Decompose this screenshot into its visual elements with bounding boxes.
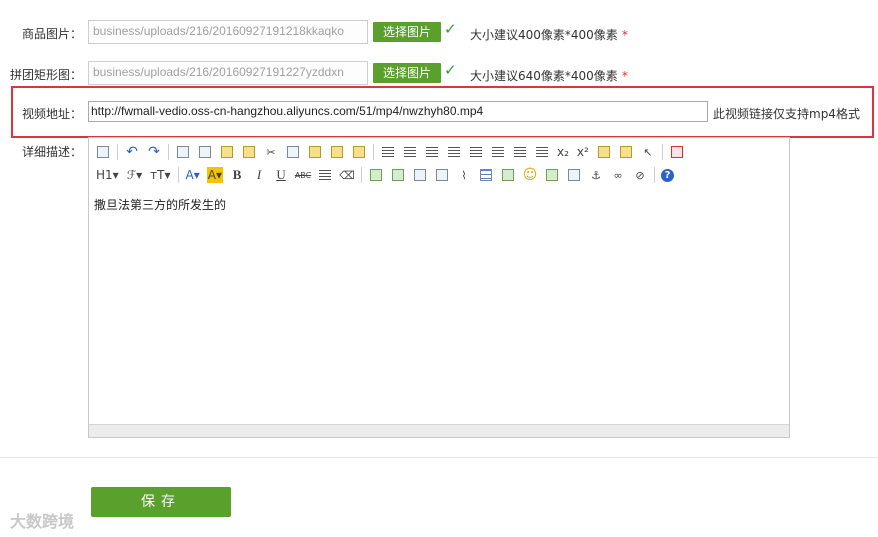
source-icon[interactable] (95, 144, 111, 160)
clear-format-icon[interactable] (596, 144, 612, 160)
group-image-select-button[interactable]: 选择图片 (373, 63, 442, 83)
video-url-hint: 此视频链接仅支持mp4格式 (713, 107, 860, 121)
strikethrough-icon[interactable]: ABC (295, 167, 311, 183)
editor-content-text: 撒旦法第三方的所发生的 (94, 198, 227, 212)
font-color-dropdown[interactable]: A ▾ (185, 167, 201, 183)
outdent-icon[interactable] (534, 144, 550, 160)
editor-status-bar (89, 424, 789, 437)
undo-icon[interactable]: ↶ (124, 144, 140, 160)
toolbar-separator (654, 167, 656, 183)
align-right-icon[interactable] (424, 144, 440, 160)
toolbar-separator (117, 144, 118, 160)
required-mark: * (621, 69, 628, 83)
product-image-select-button[interactable]: 选择图片 (373, 22, 442, 42)
flash-icon[interactable] (412, 167, 428, 183)
paste-word-icon[interactable] (351, 144, 367, 160)
underline-icon[interactable]: U (273, 167, 289, 183)
italic-icon[interactable]: I (251, 167, 267, 183)
product-image-hint: 大小建议400像素*400像素 * (470, 28, 628, 42)
toolbar-separator (361, 167, 363, 183)
video-url-label: 视频地址： (21, 107, 82, 121)
group-image-hint: 大小建议640像素*400像素 * (470, 69, 628, 83)
ordered-list-icon[interactable] (468, 144, 484, 160)
align-center-icon[interactable] (402, 144, 418, 160)
link-icon[interactable]: ∞ (610, 167, 626, 183)
select-all-icon[interactable] (618, 144, 634, 160)
toolbar-separator (373, 144, 374, 160)
product-image-check-icon: ✓ (444, 20, 457, 38)
required-mark: * (621, 28, 628, 42)
emoticon-icon[interactable]: ☺ (522, 167, 538, 183)
background-color-dropdown[interactable]: A ▾ (206, 167, 224, 183)
paste-icon[interactable] (307, 144, 323, 160)
rich-text-editor[interactable]: ↶ ↷ ✂ x₂ x² ↖ H1 ▾ ℱ ▾ тT ▾ A ▾ A ▾ B I … (88, 137, 790, 438)
align-left-icon[interactable] (380, 144, 396, 160)
map-icon[interactable] (544, 167, 560, 183)
group-image-path-input[interactable]: business/uploads/216/20160927191227yzddx… (88, 61, 368, 85)
line-height-icon[interactable] (317, 167, 333, 183)
toolbar-separator (661, 144, 663, 160)
cut-icon[interactable]: ✂ (263, 144, 279, 160)
product-image-path-input[interactable]: business/uploads/216/20160927191218kkaqk… (88, 20, 368, 44)
superscript-icon[interactable]: x² (576, 144, 590, 160)
editor-content-area[interactable]: 撒旦法第三方的所发生的 (89, 188, 789, 424)
product-image-label: 商品图片： (21, 27, 82, 41)
editor-toolbar: ↶ ↷ ✂ x₂ x² ↖ H1 ▾ ℱ ▾ тT ▾ A ▾ A ▾ B I … (89, 138, 789, 188)
horizontal-rule-icon[interactable] (500, 167, 516, 183)
help-icon[interactable]: ? (661, 168, 675, 182)
table-icon[interactable] (478, 167, 494, 183)
media-icon[interactable] (434, 167, 450, 183)
align-justify-icon[interactable] (446, 144, 462, 160)
eraser-icon[interactable]: ⌫ (339, 167, 355, 183)
fullscreen-icon[interactable] (669, 144, 685, 160)
redo-icon[interactable]: ↷ (146, 144, 162, 160)
video-url-input[interactable]: http://fwmall-vedio.oss-cn-hangzhou.aliy… (88, 101, 708, 122)
attachment-icon[interactable]: ⌇ (456, 167, 472, 183)
print-icon[interactable] (197, 144, 213, 160)
preview-icon[interactable] (175, 144, 191, 160)
form-divider (0, 457, 878, 458)
save-button[interactable]: 保存 (91, 487, 231, 517)
cursor-icon[interactable]: ↖ (640, 144, 656, 160)
toolbar-row-2: H1 ▾ ℱ ▾ тT ▾ A ▾ A ▾ B I U ABC ⌫ ⌇ ☺ ⚓ ∞ ⊘ (95, 165, 675, 185)
unlink-icon[interactable]: ⊘ (632, 167, 648, 183)
paste-plain-icon[interactable] (329, 144, 345, 160)
page-break-icon[interactable] (566, 167, 582, 183)
group-image-check-icon: ✓ (444, 61, 457, 79)
multi-image-icon[interactable] (390, 167, 406, 183)
toolbar-separator (177, 167, 179, 183)
unordered-list-icon[interactable] (490, 144, 506, 160)
watermark-logo: 大数跨境 (10, 512, 75, 531)
bold-icon[interactable]: B (229, 167, 245, 183)
indent-icon[interactable] (512, 144, 528, 160)
code-icon[interactable] (241, 144, 257, 160)
insert-image-icon[interactable] (368, 167, 384, 183)
subscript-icon[interactable]: x₂ (556, 144, 570, 160)
description-label: 详细描述： (21, 145, 82, 159)
font-family-dropdown[interactable]: ℱ ▾ (126, 167, 143, 183)
toolbar-separator (168, 144, 169, 160)
template-icon[interactable] (219, 144, 235, 160)
heading-dropdown[interactable]: H1 ▾ (95, 167, 120, 183)
copy-icon[interactable] (285, 144, 301, 160)
font-size-dropdown[interactable]: тT ▾ (149, 167, 171, 183)
group-image-label: 拼团矩形图： (9, 68, 82, 82)
toolbar-row-1: ↶ ↷ ✂ x₂ x² ↖ (95, 142, 685, 162)
anchor-icon[interactable]: ⚓ (588, 167, 604, 183)
